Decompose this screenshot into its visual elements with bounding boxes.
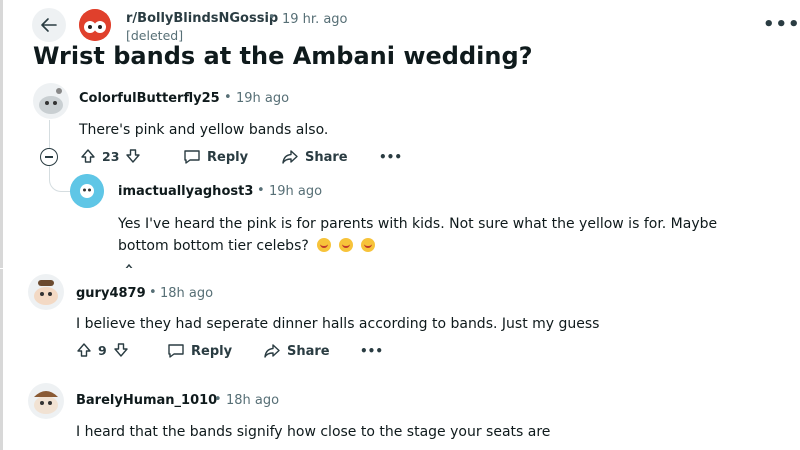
reply-button[interactable]: Reply [167, 343, 232, 359]
post-more-icon[interactable]: ••• [763, 14, 800, 35]
thread-line [49, 120, 50, 148]
share-button[interactable]: Share [281, 149, 348, 165]
comment-username[interactable]: ColorfulButterfly25 [79, 91, 220, 106]
vote-count: 23 [102, 148, 120, 164]
subreddit-name[interactable]: r/BollyBlindsNGossip [126, 11, 278, 26]
reply-label: Reply [207, 149, 249, 165]
emoji-icon [316, 238, 331, 252]
back-button[interactable] [32, 8, 66, 42]
comment-avatar[interactable] [28, 383, 64, 419]
post-time: 19 hr. ago [282, 12, 348, 27]
comment-body-line-2-row: bottom bottom tier celebs? [118, 235, 376, 254]
reply-icon [168, 344, 184, 358]
comment-time: 19h ago [236, 91, 290, 106]
comment-username[interactable]: BarelyHuman_1010 [76, 393, 217, 408]
downvote-icon[interactable] [125, 148, 141, 164]
vote-count: 9 [98, 342, 107, 358]
comment-body: I believe they had seperate dinner halls… [76, 316, 600, 332]
upvote-icon[interactable] [80, 148, 96, 164]
comment-more-icon[interactable]: ••• [379, 150, 402, 164]
share-label: Share [287, 343, 330, 359]
post-title: Wrist bands at the Ambani wedding? [33, 42, 533, 70]
upvote-icon [125, 263, 133, 268]
left-edge-border [0, 0, 3, 450]
clipped-action-row [118, 258, 418, 268]
comment-username[interactable]: gury4879 [76, 286, 146, 301]
vote-group: 23 [80, 148, 141, 164]
emoji-icon [361, 238, 376, 252]
comment-time: 18h ago [160, 286, 214, 301]
subreddit-logo-icon [79, 9, 111, 41]
meta-separator: • [149, 285, 157, 300]
meta-separator: • [257, 183, 265, 198]
meta-separator: • [224, 90, 232, 105]
collapse-icon[interactable] [40, 148, 58, 166]
comment-time: 18h ago [226, 393, 280, 408]
comment-body-line-1: Yes I've heard the pink is for parents w… [118, 216, 718, 232]
ghost-avatar-icon [70, 174, 104, 208]
reply-button[interactable]: Reply [183, 149, 248, 165]
share-icon [282, 150, 298, 164]
comment-time: 19h ago [269, 184, 323, 199]
post-author: [deleted] [126, 28, 184, 43]
comment-more-icon[interactable]: ••• [360, 344, 383, 358]
subreddit-avatar[interactable] [79, 9, 111, 41]
section-divider [0, 268, 800, 269]
share-button[interactable]: Share [263, 343, 330, 359]
share-icon [264, 344, 280, 358]
reply-label: Reply [191, 343, 233, 359]
comment-body: There's pink and yellow bands also. [79, 122, 329, 138]
comment-avatar[interactable] [33, 83, 69, 119]
snoo-avatar-icon [39, 88, 63, 114]
meta-separator: • [214, 392, 222, 407]
comment-avatar[interactable] [70, 174, 104, 208]
upvote-icon[interactable] [76, 342, 92, 358]
reply-icon [184, 150, 200, 164]
comment-body: I heard that the bands signify how close… [76, 424, 551, 440]
back-arrow-icon [41, 18, 57, 32]
emoji-icon [338, 238, 353, 252]
meta-separator: • [268, 10, 276, 25]
snoo-avatar-icon [34, 280, 58, 305]
downvote-icon[interactable] [113, 342, 129, 358]
snoo-avatar-icon [34, 391, 58, 414]
vote-group: 9 [76, 342, 129, 358]
comment-avatar[interactable] [28, 274, 64, 310]
comment-body-line-2: bottom bottom tier celebs? [118, 238, 309, 254]
comment-username[interactable]: imactuallyaghost3 [118, 184, 253, 199]
share-label: Share [305, 149, 348, 165]
